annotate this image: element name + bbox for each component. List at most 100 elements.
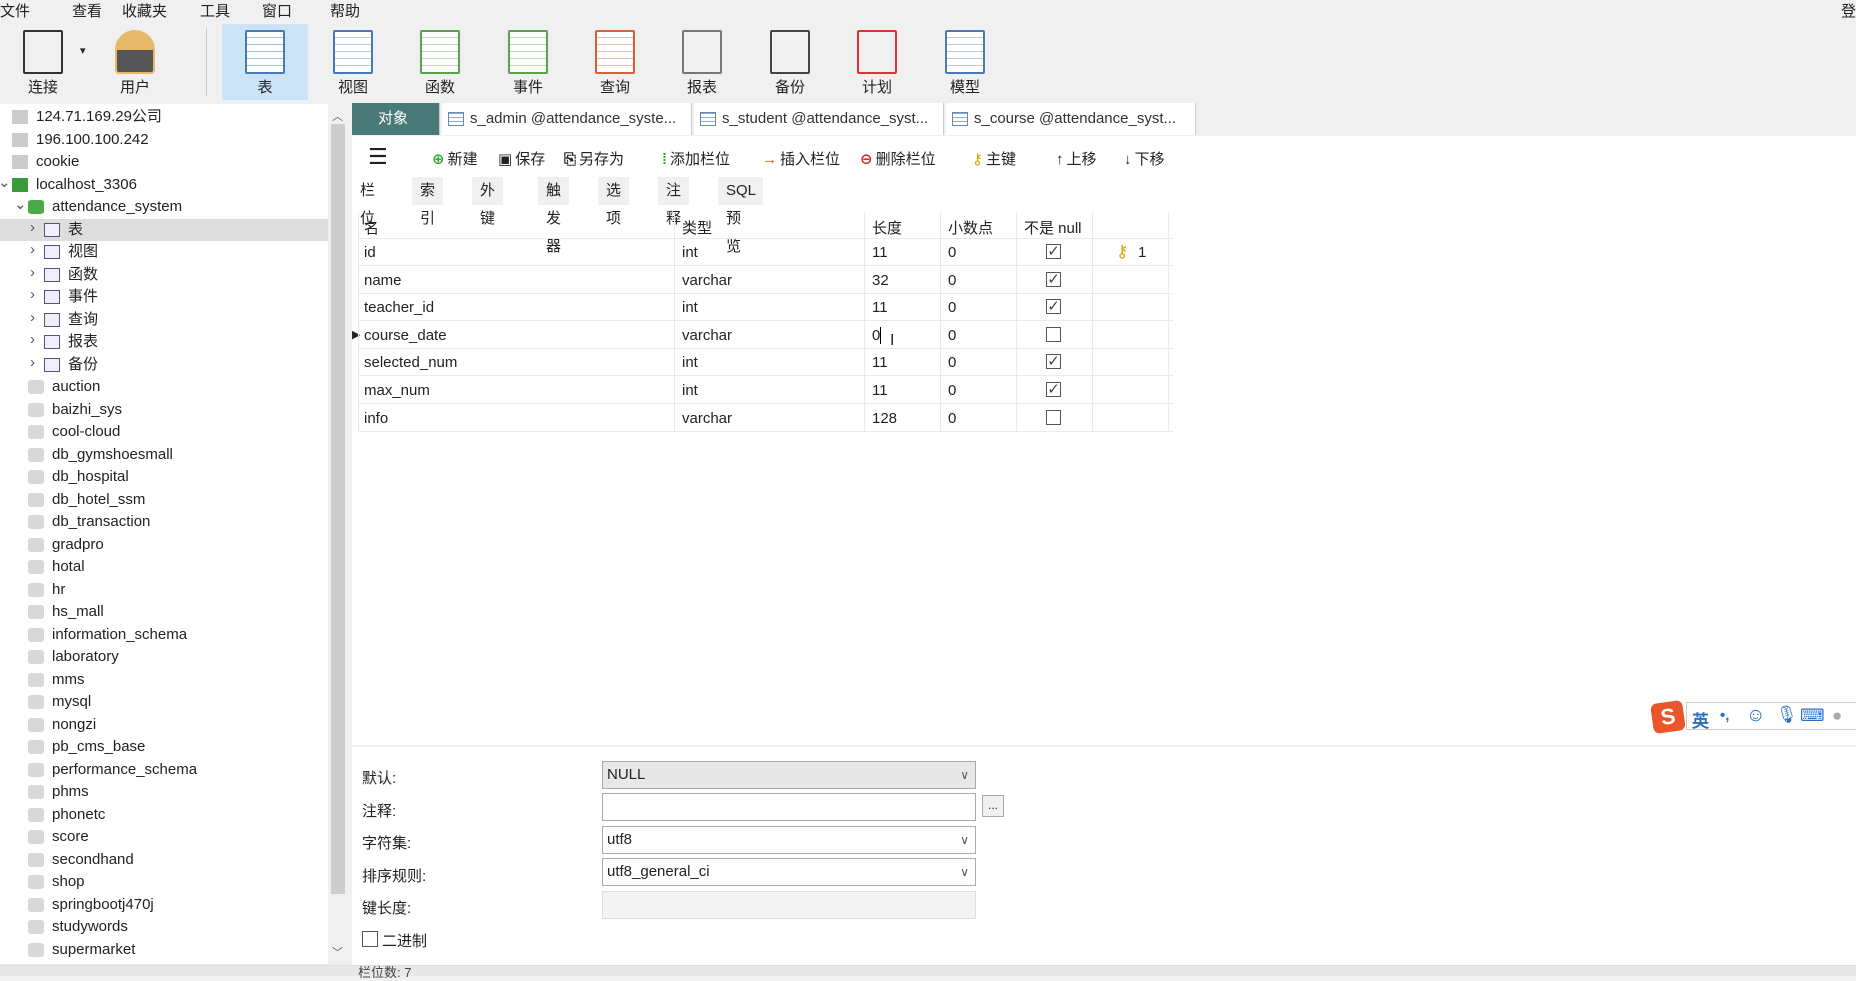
chevron-right-icon[interactable]: › [30,239,35,261]
menu-icon[interactable]: ☰ [368,144,388,170]
toolbar-table-button[interactable]: 表 [222,24,308,100]
chevron-right-icon[interactable]: › [30,262,35,284]
object-group-item[interactable]: › 备份 [0,354,328,376]
scroll-down-icon[interactable]: ﹀ [332,944,343,960]
cell-name[interactable]: name [364,272,402,289]
toolbar-model-button[interactable]: 模型 [922,24,1008,100]
cell-decimals[interactable]: 0 [948,410,956,427]
cell-length[interactable]: 11 [872,244,888,261]
delete-field-button[interactable]: ⊖ 删除栏位 [860,148,936,169]
comment-expand-button[interactable]: ... [982,795,1004,817]
toolbar-report-button[interactable]: 报表 [659,24,745,100]
menu-item[interactable]: 工具 [200,0,230,21]
cell-decimals[interactable]: 0 [948,272,956,289]
menu-item[interactable]: 收藏夹 [122,0,167,21]
database-item[interactable]: hr [0,579,328,601]
cell-name[interactable]: id [364,244,376,261]
chevron-down-icon[interactable]: ▾ [80,44,86,57]
collation-select[interactable]: utf8_general_ci ∨ [602,858,976,886]
database-item[interactable]: db_hotel_ssm [0,489,328,511]
charset-select[interactable]: utf8 ∨ [602,826,976,854]
connection-item[interactable]: cookie [0,151,328,173]
not-null-checkbox[interactable]: ✓ [1046,354,1061,370]
subtab[interactable]: 注释 [658,177,691,227]
connection-item[interactable]: 124.71.169.29公司 [0,106,328,128]
login-menu[interactable]: 登 [1841,0,1856,21]
database-item[interactable]: gradpro [0,534,328,556]
toolbar-query-button[interactable]: 查询 [572,24,658,100]
chevron-down-icon[interactable]: ⌄ [14,194,27,216]
table-row[interactable]: name varchar 32 0 ✓ [358,267,1173,294]
database-item[interactable]: laboratory [0,646,328,668]
cell-decimals[interactable]: 0 [948,354,956,371]
add-field-button[interactable]: ⁞ 添加栏位 [662,148,730,169]
chevron-right-icon[interactable]: › [30,352,35,374]
tab-s_student[interactable]: s_student @attendance_syst... [694,103,944,135]
object-group-item[interactable]: › 视图 [0,241,328,263]
arrow-up-button[interactable]: ↑ 上移 [1056,148,1097,169]
not-null-checkbox[interactable] [1046,326,1061,342]
column-header[interactable]: 小数点 [948,217,993,238]
user-icon[interactable]: ● [1832,706,1842,726]
table-row[interactable]: ▶ course_date varchar 0 0 [352,322,1173,349]
menu-item[interactable]: 文件 [0,0,30,21]
database-item[interactable]: auction [0,376,328,398]
not-null-checkbox[interactable]: ✓ [1046,382,1061,397]
cell-length[interactable]: 32 [872,272,889,289]
cell-length[interactable]: 128 [872,410,897,427]
database-item[interactable]: information_schema [0,624,328,646]
database-item[interactable]: baizhi_sys [0,399,328,421]
table-row[interactable]: id int 11 0 ✓ ⚷ 1 [358,239,1173,266]
object-group-item[interactable]: › 报表 [0,331,328,353]
database-item[interactable]: phms [0,781,328,803]
save-as-button[interactable]: ⎘ 另存为 [564,148,624,169]
object-group-item[interactable]: › 查询 [0,309,328,331]
comment-input[interactable] [602,793,976,821]
database-item[interactable]: mysql [0,691,328,713]
subtab[interactable]: SQL 预览 [718,177,765,255]
subtab[interactable]: 选项 [598,177,631,227]
cell-type[interactable]: varchar [682,272,732,289]
ime-punctuation[interactable]: •, [1720,707,1729,724]
object-group-item[interactable]: › 表 [0,218,328,241]
toolbar-function-button[interactable]: 函数 [397,24,483,100]
emoji-icon[interactable]: ☺ [1746,705,1765,727]
cell-length[interactable]: 11 [872,299,888,316]
table-row[interactable]: teacher_id int 11 0 ✓ [358,294,1173,322]
column-header[interactable]: 长度 [872,217,902,238]
database-item[interactable]: nongzi [0,714,328,736]
cell-length[interactable]: 0 [872,326,882,344]
menu-item[interactable]: 帮助 [330,0,360,21]
chevron-right-icon[interactable]: › [30,307,35,329]
toolbar-user-button[interactable]: 用户 [92,24,178,100]
not-null-checkbox[interactable]: ✓ [1046,299,1061,315]
database-item[interactable]: ⌄ attendance_system [0,196,328,218]
toolbar-event-button[interactable]: 事件 [485,24,571,100]
cell-decimals[interactable]: 0 [948,244,956,261]
database-item[interactable]: db_hospital [0,466,328,488]
database-item[interactable]: score [0,826,328,848]
object-group-item[interactable]: › 函数 [0,264,328,286]
chevron-down-icon[interactable]: ⌄ [0,172,11,194]
cell-decimals[interactable]: 0 [948,299,956,316]
table-row[interactable]: selected_num int 11 0 ✓ [358,349,1173,377]
not-null-checkbox[interactable] [1046,409,1061,425]
database-item[interactable]: shop [0,871,328,893]
column-header[interactable]: 类型 [682,217,712,238]
cell-length[interactable]: 11 [872,354,888,371]
database-item[interactable]: performance_schema [0,759,328,781]
cell-type[interactable]: int [682,382,698,399]
default-select[interactable]: NULL ∨ [602,761,976,789]
toolbar-backup-button[interactable]: 备份 [747,24,833,100]
database-item[interactable]: studywords [0,916,328,938]
scroll-up-icon[interactable]: ︿ [332,108,343,124]
cell-decimals[interactable]: 0 [948,327,956,344]
cell-name[interactable]: info [364,410,388,427]
toolbar-plug-button[interactable]: 连接 [0,24,86,100]
toolbar-schedule-button[interactable]: 计划 [834,24,920,100]
database-item[interactable]: pb_cms_base [0,736,328,758]
database-item[interactable]: cool-cloud [0,421,328,443]
tab-s_admin[interactable]: s_admin @attendance_syste... [442,103,692,135]
table-row[interactable]: info varchar 128 0 [358,405,1173,432]
database-item[interactable]: db_transaction [0,511,328,533]
